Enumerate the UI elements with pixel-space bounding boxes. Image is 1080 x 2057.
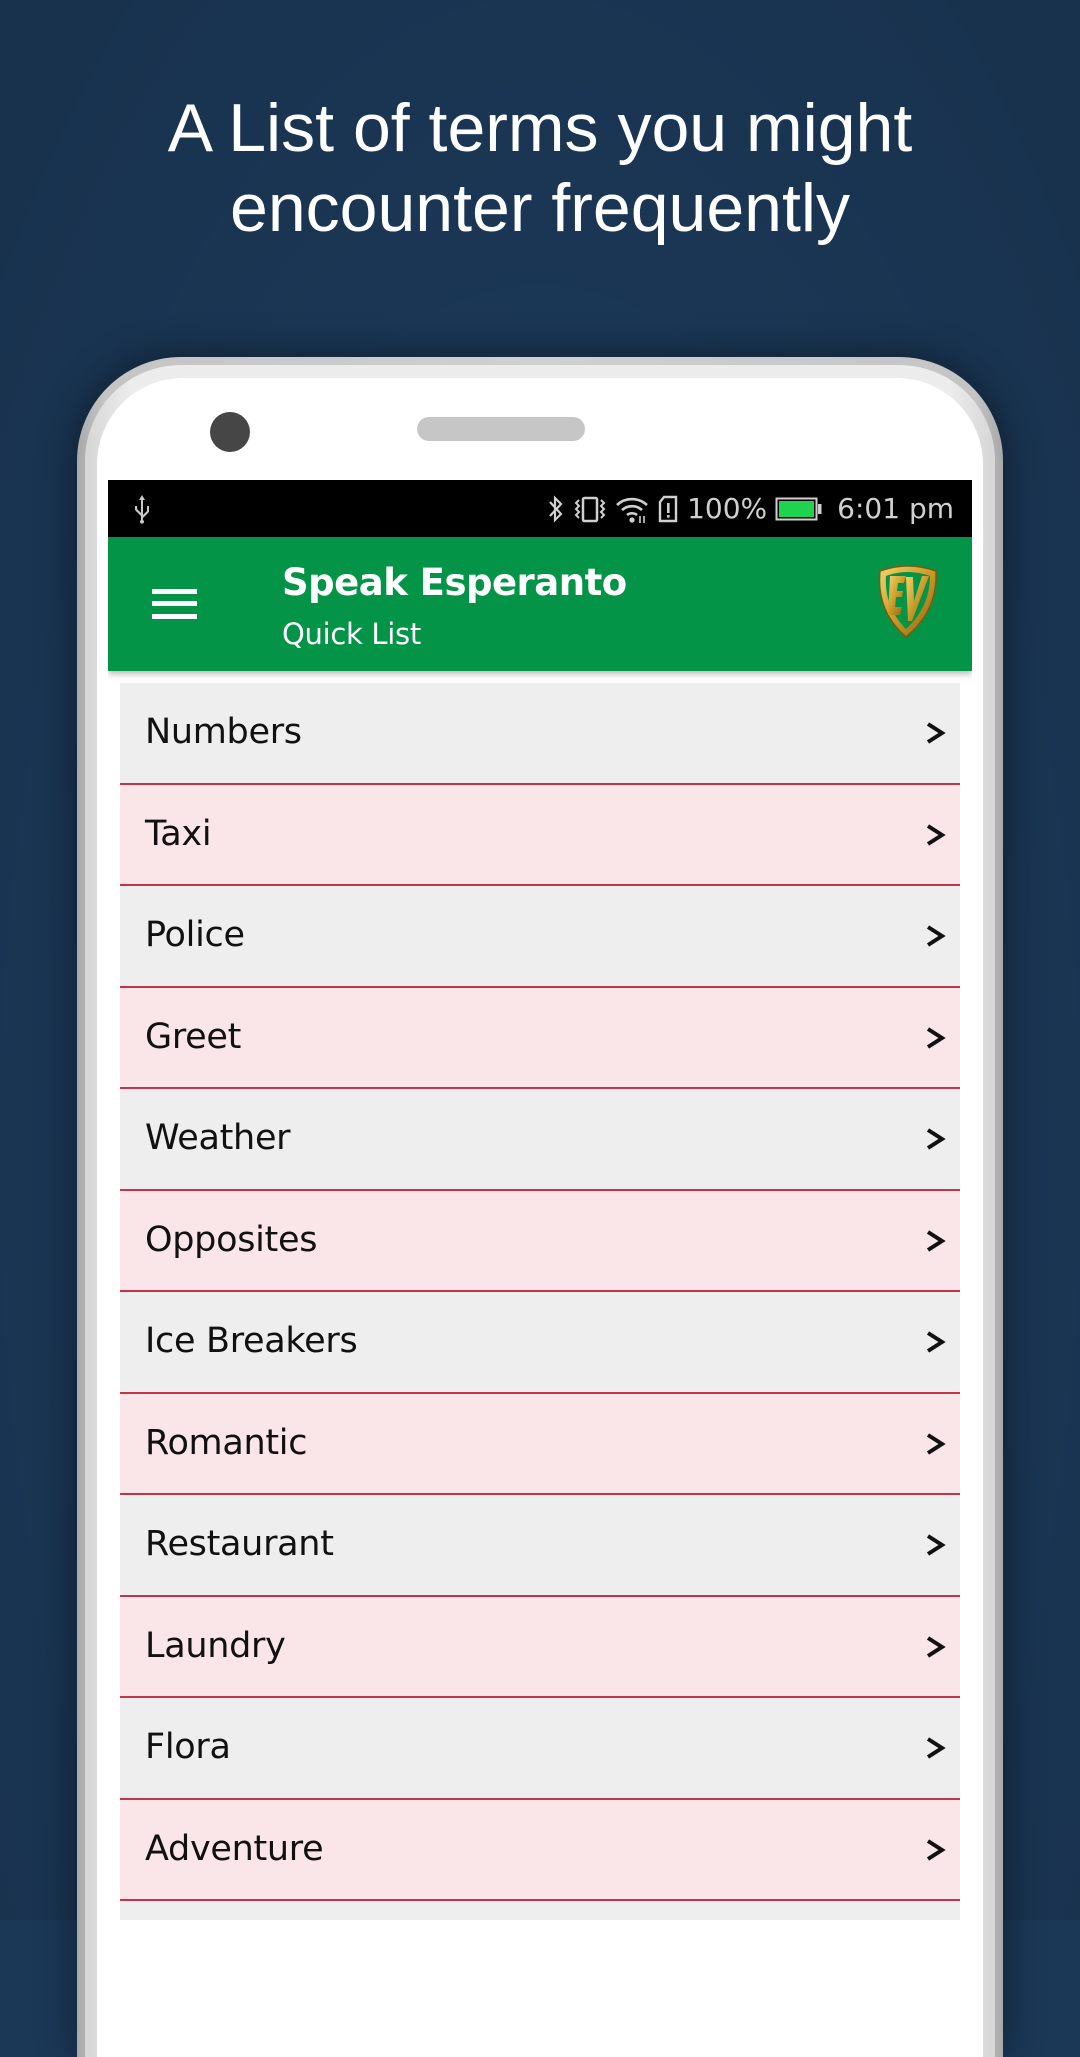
phone-screen: 100% 6:01 pm Speak Esperanto Quick List xyxy=(108,480,972,1920)
battery-percent: 100% xyxy=(687,492,768,525)
hamburger-menu-icon[interactable] xyxy=(150,587,200,621)
list-item-label: Romantic xyxy=(145,1422,308,1463)
list-item[interactable]: Adventure xyxy=(120,1799,960,1901)
status-bar: 100% 6:01 pm xyxy=(108,480,972,537)
chevron-right-icon xyxy=(926,1534,946,1556)
list-item-label: Police xyxy=(145,915,245,955)
app-bar: Speak Esperanto Quick List xyxy=(108,537,972,671)
list-item-label: Weather xyxy=(145,1118,291,1158)
wifi-icon xyxy=(616,497,648,523)
screen-subtitle: Quick List xyxy=(282,617,421,651)
list-item[interactable]: Weather xyxy=(120,1089,960,1191)
front-camera-icon xyxy=(210,412,250,452)
ev-shield-logo-icon[interactable] xyxy=(872,561,944,639)
quick-list: Numbers Taxi Police Greet Weather Opposites Ic… xyxy=(120,683,960,1920)
list-item[interactable]: Flora xyxy=(120,1698,960,1800)
chevron-right-icon xyxy=(926,1331,946,1353)
chevron-right-icon xyxy=(926,1026,946,1049)
chevron-right-icon xyxy=(926,1737,946,1759)
usb-icon xyxy=(135,495,149,524)
chevron-right-icon xyxy=(926,823,946,846)
earpiece-speaker xyxy=(417,417,585,441)
chevron-right-icon xyxy=(926,722,946,744)
promo-headline: A List of terms you might encounter freq… xyxy=(0,88,1080,248)
clock: 6:01 pm xyxy=(837,492,954,525)
list-item-label: Greet xyxy=(145,1016,242,1057)
chevron-right-icon xyxy=(926,1229,946,1252)
chevron-right-icon xyxy=(926,925,946,947)
list-item-label: Flora xyxy=(145,1727,231,1767)
list-item-label: Adventure xyxy=(145,1828,324,1869)
list-item[interactable] xyxy=(120,1901,960,1920)
list-item[interactable]: Numbers xyxy=(120,683,960,785)
list-item-label: Opposites xyxy=(145,1219,318,1260)
battery-fill xyxy=(779,500,815,517)
headline-line-2: encounter frequently xyxy=(230,170,850,246)
bluetooth-icon xyxy=(549,494,563,523)
app-title: Speak Esperanto xyxy=(282,561,627,604)
list-item-label: Laundry xyxy=(145,1625,286,1666)
battery-icon xyxy=(775,497,822,520)
list-item-label: Numbers xyxy=(145,712,302,752)
list-item[interactable]: Greet xyxy=(120,987,960,1089)
list-item[interactable]: Police xyxy=(120,886,960,988)
list-item-label: Restaurant xyxy=(145,1524,334,1564)
list-item[interactable]: Ice Breakers xyxy=(120,1292,960,1394)
sim-alert-icon xyxy=(658,495,678,522)
list-item[interactable]: Restaurant xyxy=(120,1495,960,1597)
chevron-right-icon xyxy=(926,1128,946,1150)
list-item[interactable]: Opposites xyxy=(120,1190,960,1292)
list-item[interactable]: Romantic xyxy=(120,1393,960,1495)
headline-line-1: A List of terms you might xyxy=(167,90,913,166)
chevron-right-icon xyxy=(926,1432,946,1455)
chevron-right-icon xyxy=(926,1838,946,1861)
vibrate-icon xyxy=(574,496,606,522)
status-indicators: 100% 6:01 pm xyxy=(547,480,954,537)
list-item-label: Ice Breakers xyxy=(145,1321,358,1361)
list-item[interactable]: Taxi xyxy=(120,784,960,886)
list-item-label: Taxi xyxy=(145,813,212,854)
list-item[interactable]: Laundry xyxy=(120,1596,960,1698)
chevron-right-icon xyxy=(926,1635,946,1658)
